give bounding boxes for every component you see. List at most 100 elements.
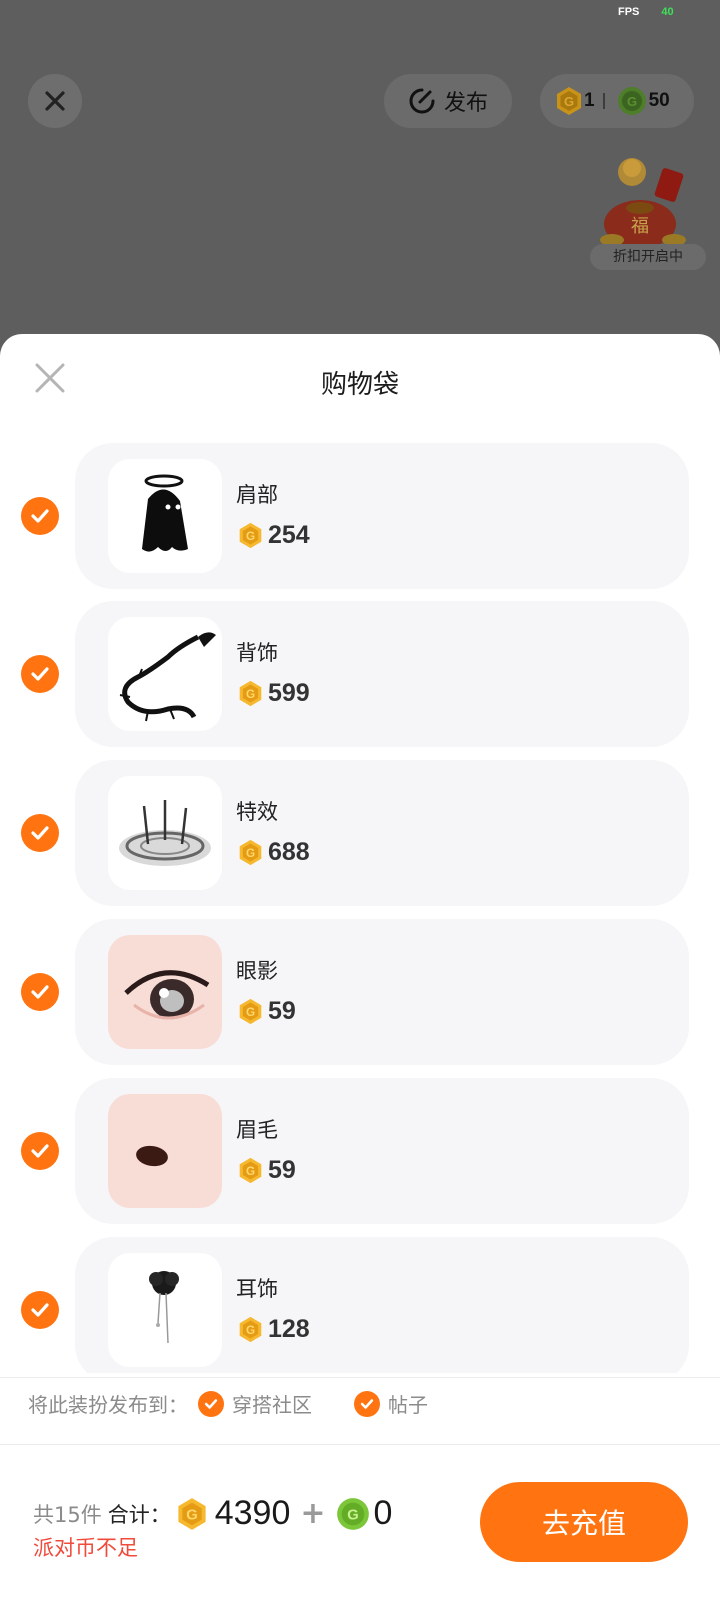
gold-coin-icon: G bbox=[239, 680, 262, 707]
check-icon bbox=[31, 826, 49, 840]
ghost-halo-icon bbox=[142, 474, 188, 552]
publish-label: 发布 bbox=[443, 91, 488, 116]
eye-shadow-icon bbox=[124, 970, 210, 1020]
item-thumbnail bbox=[108, 935, 222, 1049]
wallet-divider bbox=[602, 93, 605, 109]
publish-to-label: 将此装扮发布到： bbox=[28, 1393, 188, 1417]
gold-balance: 1 bbox=[584, 90, 595, 111]
item-name: 眼影 bbox=[236, 959, 278, 983]
fps-label: FPS bbox=[618, 6, 640, 18]
publish-button[interactable]: 发布 bbox=[384, 74, 512, 128]
item-price: G 688 bbox=[237, 838, 310, 867]
gold-coin-icon: G bbox=[239, 1157, 262, 1184]
option-post[interactable]: 帖子 bbox=[354, 1389, 428, 1418]
cart-item[interactable]: 耳饰 G 128 bbox=[0, 1237, 720, 1373]
gold-total: 4390 bbox=[214, 1494, 291, 1532]
green-coin-icon: G bbox=[336, 1497, 369, 1530]
plus-sign: + bbox=[300, 1496, 326, 1531]
svg-text:G: G bbox=[186, 1507, 197, 1523]
wallet-balance[interactable]: G 1 G 50 bbox=[540, 74, 694, 128]
svg-text:G: G bbox=[564, 94, 574, 109]
order-summary: 共15件 合计： G 4390 + G 0 bbox=[33, 1494, 392, 1533]
item-thumbnail bbox=[108, 617, 222, 731]
item-checkbox[interactable] bbox=[21, 814, 59, 852]
gold-coin-icon: G bbox=[239, 998, 262, 1025]
total-label: 合计： bbox=[107, 1502, 171, 1527]
community-label: 穿搭社区 bbox=[232, 1393, 312, 1417]
item-price: G 254 bbox=[237, 521, 310, 550]
gold-coin-icon: G bbox=[239, 522, 262, 549]
item-checkbox[interactable] bbox=[21, 497, 59, 535]
fps-value: 40 bbox=[661, 6, 674, 18]
recharge-button[interactable]: 去充值 bbox=[480, 1482, 688, 1562]
green-balance: 50 bbox=[648, 90, 670, 111]
close-button[interactable] bbox=[28, 74, 82, 128]
publish-to-options: 将此装扮发布到： 穿搭社区 帖子 bbox=[28, 1389, 428, 1418]
post-label: 帖子 bbox=[388, 1393, 428, 1417]
item-price-value: 128 bbox=[268, 1315, 310, 1343]
publish-icon bbox=[409, 88, 435, 114]
check-icon bbox=[31, 509, 49, 523]
item-count: 共15件 bbox=[33, 1502, 102, 1527]
eyebrow-icon bbox=[136, 1145, 168, 1167]
item-price: G 128 bbox=[237, 1315, 310, 1344]
lucky-bag-char: 福 bbox=[631, 216, 649, 237]
item-name: 耳饰 bbox=[236, 1277, 278, 1301]
svg-text:G: G bbox=[246, 847, 255, 860]
item-price-value: 59 bbox=[268, 1156, 296, 1184]
check-icon bbox=[31, 667, 49, 681]
gold-coin-icon: G bbox=[557, 87, 581, 115]
svg-text:G: G bbox=[246, 1165, 255, 1178]
rose-earring-icon bbox=[149, 1271, 179, 1344]
lucky-bag-mascot-icon: 福 bbox=[600, 158, 686, 248]
cart-item[interactable]: 肩部 G 254 bbox=[0, 443, 720, 589]
item-checkbox[interactable] bbox=[21, 1291, 59, 1329]
gold-coin-icon: G bbox=[239, 1316, 262, 1343]
cart-item[interactable]: 特效 G 688 bbox=[0, 760, 720, 906]
item-thumbnail bbox=[108, 459, 222, 573]
footer-divider bbox=[0, 1444, 720, 1445]
item-name: 肩部 bbox=[236, 483, 278, 507]
item-price-value: 688 bbox=[268, 838, 310, 866]
item-checkbox[interactable] bbox=[21, 973, 59, 1011]
svg-text:G: G bbox=[347, 1507, 358, 1523]
item-checkbox[interactable] bbox=[21, 655, 59, 693]
item-thumbnail bbox=[108, 776, 222, 890]
cart-item[interactable]: 背饰 G 599 bbox=[0, 601, 720, 747]
cart-item[interactable]: 眉毛 G 59 bbox=[0, 1078, 720, 1224]
item-price: G 59 bbox=[237, 997, 296, 1026]
svg-text:G: G bbox=[246, 1006, 255, 1019]
item-name: 眉毛 bbox=[236, 1118, 278, 1142]
post-checkbox[interactable] bbox=[354, 1390, 380, 1417]
gold-coin-icon: G bbox=[239, 839, 262, 866]
dragon-icon bbox=[119, 632, 216, 722]
item-price-value: 254 bbox=[268, 521, 310, 549]
option-community[interactable]: 穿搭社区 bbox=[198, 1389, 312, 1418]
fps-counter: FPS 40 bbox=[618, 6, 674, 18]
svg-text:G: G bbox=[246, 688, 255, 701]
item-name: 特效 bbox=[236, 800, 278, 824]
gold-coin-icon: G bbox=[178, 1497, 206, 1530]
check-icon bbox=[360, 1398, 374, 1409]
close-icon bbox=[45, 91, 65, 111]
discount-label[interactable]: 折扣开启中 bbox=[590, 244, 706, 270]
item-checkbox[interactable] bbox=[21, 1132, 59, 1170]
cart-item[interactable]: 眼影 G 59 bbox=[0, 919, 720, 1065]
insufficient-warning: 派对币不足 bbox=[33, 1536, 138, 1560]
community-checkbox[interactable] bbox=[198, 1390, 224, 1417]
svg-text:G: G bbox=[627, 94, 637, 109]
item-price-value: 59 bbox=[268, 997, 296, 1025]
check-icon bbox=[31, 1303, 49, 1317]
check-icon bbox=[204, 1398, 218, 1409]
sheet-title: 购物袋 bbox=[320, 370, 399, 400]
check-icon bbox=[31, 985, 49, 999]
magic-circle-effect-icon bbox=[119, 800, 211, 866]
footer-divider bbox=[0, 1377, 720, 1378]
green-coin-icon: G bbox=[617, 87, 646, 115]
item-thumbnail bbox=[108, 1094, 222, 1208]
green-total: 0 bbox=[373, 1494, 393, 1532]
item-price: G 599 bbox=[237, 679, 310, 708]
item-name: 背饰 bbox=[236, 641, 278, 665]
svg-text:G: G bbox=[246, 1324, 255, 1337]
check-icon bbox=[31, 1144, 49, 1158]
